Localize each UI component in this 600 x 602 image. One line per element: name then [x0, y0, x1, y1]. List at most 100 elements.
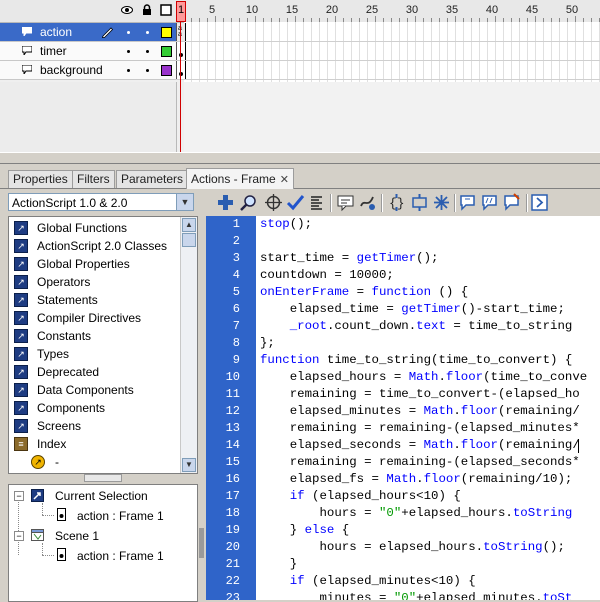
keyframe-background[interactable]: [176, 61, 186, 79]
lock-dot[interactable]: [146, 50, 149, 53]
collapse-selection-icon[interactable]: [410, 193, 429, 212]
code-line[interactable]: if (elapsed_minutes<10) {: [260, 574, 476, 588]
code-line[interactable]: function time_to_string(time_to_convert)…: [260, 353, 572, 367]
code-string: "0": [378, 506, 402, 520]
splitter-grip[interactable]: [199, 528, 204, 558]
check-syntax-icon[interactable]: [286, 193, 305, 212]
code-line[interactable]: stop();: [260, 217, 312, 231]
eye-icon[interactable]: [121, 4, 133, 16]
pane-resize-handle[interactable]: [84, 474, 122, 482]
outline-color-swatch[interactable]: [161, 27, 172, 38]
tab-parameters[interactable]: Parameters: [116, 170, 189, 188]
toolbox-item[interactable]: ≡ Index: [11, 435, 179, 453]
tree-scene-frame[interactable]: action : Frame 1: [77, 549, 164, 563]
code-line[interactable]: elapsed_seconds = Math.floor(remaining/: [260, 438, 580, 452]
toolbox-item[interactable]: ↗ Compiler Directives: [11, 309, 179, 327]
code-line[interactable]: };: [260, 336, 275, 350]
code-line[interactable]: elapsed_time = getTimer()-start_time;: [260, 302, 565, 316]
code-line[interactable]: minutes = "0"+elapsed_minutes.toSt: [260, 591, 572, 600]
code-line[interactable]: if (elapsed_hours<10) {: [260, 489, 461, 503]
add-script-item-icon[interactable]: [216, 193, 235, 212]
remove-comment-icon[interactable]: [502, 193, 521, 212]
scroll-thumb[interactable]: [182, 233, 196, 247]
apply-block-comment-icon[interactable]: [458, 193, 477, 212]
keyframe-action[interactable]: aa: [176, 23, 186, 41]
tree-scene[interactable]: Scene 1: [55, 529, 99, 543]
code-line[interactable]: onEnterFrame = function () {: [260, 285, 468, 299]
scroll-down-icon[interactable]: ▼: [182, 458, 196, 472]
code-line[interactable]: hours = "0"+elapsed_hours.toString: [260, 506, 572, 520]
debug-options-icon[interactable]: [358, 193, 377, 212]
target-path-icon[interactable]: [264, 193, 283, 212]
frame-grid[interactable]: [184, 22, 600, 82]
lock-dot[interactable]: [146, 69, 149, 72]
toolbox-item[interactable]: ↗ -: [11, 453, 179, 471]
panel-splitter[interactable]: [0, 152, 600, 164]
find-icon[interactable]: [239, 193, 258, 212]
lock-dot[interactable]: [146, 31, 149, 34]
layer-action[interactable]: action: [0, 23, 176, 42]
pane-splitter[interactable]: [198, 190, 205, 600]
book-icon: ↗: [14, 329, 28, 343]
code-line[interactable]: } else {: [260, 523, 350, 537]
toolbox-item[interactable]: ↗ Components: [11, 399, 179, 417]
code-line[interactable]: remaining = remaining-(elapsed_minutes*: [260, 421, 580, 435]
visibility-dot[interactable]: [127, 69, 130, 72]
book-icon: ↗: [14, 419, 28, 433]
toolbox-item[interactable]: ↗ ActionScript 2.0 Classes: [11, 237, 179, 255]
tab-label: Filters: [77, 172, 110, 186]
tab-filters[interactable]: Filters: [72, 170, 115, 188]
tree-current-selection[interactable]: Current Selection: [55, 489, 148, 503]
script-editor[interactable]: 1 2 3 4 5 6 7 8 9 10 11 12 13 14 15 16 17 18 19 20 21 22 23 st…: [206, 216, 600, 600]
toolbox-scrollbar[interactable]: ▲ ▼: [180, 217, 197, 473]
toolbox-item[interactable]: ↗ Global Properties: [11, 255, 179, 273]
layer-timer[interactable]: timer: [0, 42, 176, 61]
toolbox-item[interactable]: ↗ Types: [11, 345, 179, 363]
lock-icon[interactable]: [141, 4, 153, 16]
apply-line-comment-icon[interactable]: [480, 193, 499, 212]
auto-format-icon[interactable]: [307, 193, 326, 212]
code-line[interactable]: hours = elapsed_hours.toString();: [260, 540, 564, 554]
layer-background[interactable]: background: [0, 61, 176, 80]
toolbox-item[interactable]: ↗ Global Functions: [11, 219, 179, 237]
collapse-toggle[interactable]: −: [14, 491, 24, 501]
frame-ruler[interactable]: 5 10 15 20 25 30 35 40 45 50: [176, 0, 600, 22]
tree-current-frame[interactable]: action : Frame 1: [77, 509, 164, 523]
code-hint-icon[interactable]: [336, 193, 355, 212]
toolbox-item[interactable]: ↗ Deprecated: [11, 363, 179, 381]
code-line[interactable]: _root.count_down.text = time_to_string: [260, 319, 573, 333]
collapse-toggle[interactable]: −: [14, 531, 24, 541]
code-line[interactable]: elapsed_minutes = Math.floor(remaining/: [260, 404, 580, 418]
tab-properties[interactable]: Properties: [8, 170, 73, 188]
scroll-up-icon[interactable]: ▲: [182, 218, 196, 232]
tab-actions-frame[interactable]: Actions - Frame ✕: [186, 168, 294, 189]
visibility-dot[interactable]: [127, 31, 130, 34]
code-text: .count_down.: [326, 319, 417, 333]
toolbox-item[interactable]: ↗ Operators: [11, 273, 179, 291]
actionscript-version-select[interactable]: ActionScript 1.0 & 2.0 ▼: [8, 193, 194, 211]
code-line[interactable]: elapsed_fs = Math.floor(remaining/10);: [260, 472, 573, 486]
code-line[interactable]: remaining = time_to_convert-(elapsed_ho: [260, 387, 580, 401]
code-line[interactable]: remaining = remaining-(elapsed_seconds*: [260, 455, 580, 469]
outline-icon[interactable]: [160, 4, 172, 16]
visibility-dot[interactable]: [127, 50, 130, 53]
toolbox-item[interactable]: ↗ Screens: [11, 417, 179, 435]
code-line[interactable]: countdown = 10000;: [260, 268, 394, 282]
frame-number-label: 40: [485, 4, 499, 16]
chevron-down-icon[interactable]: ▼: [176, 194, 193, 210]
outline-color-swatch[interactable]: [161, 46, 172, 57]
code-line[interactable]: }: [260, 557, 297, 571]
outline-color-swatch[interactable]: [161, 65, 172, 76]
code-line[interactable]: elapsed_hours = Math.floor(time_to_conve: [260, 370, 587, 384]
code-line[interactable]: start_time = getTimer();: [260, 251, 438, 265]
toolbox-item[interactable]: ↗ Statements: [11, 291, 179, 309]
expand-all-icon[interactable]: [432, 193, 451, 212]
collapse-between-braces-icon[interactable]: {}: [387, 193, 406, 212]
toolbox-item-label: Index: [37, 437, 67, 451]
toolbox-item[interactable]: ↗ Constants: [11, 327, 179, 345]
toolbox-item[interactable]: ↗ Data Components: [11, 381, 179, 399]
code-keyword: Math: [386, 472, 417, 486]
keyframe-timer[interactable]: [176, 42, 186, 60]
close-tab-icon[interactable]: ✕: [280, 174, 289, 186]
show-hide-toolbox-icon[interactable]: [530, 193, 549, 212]
